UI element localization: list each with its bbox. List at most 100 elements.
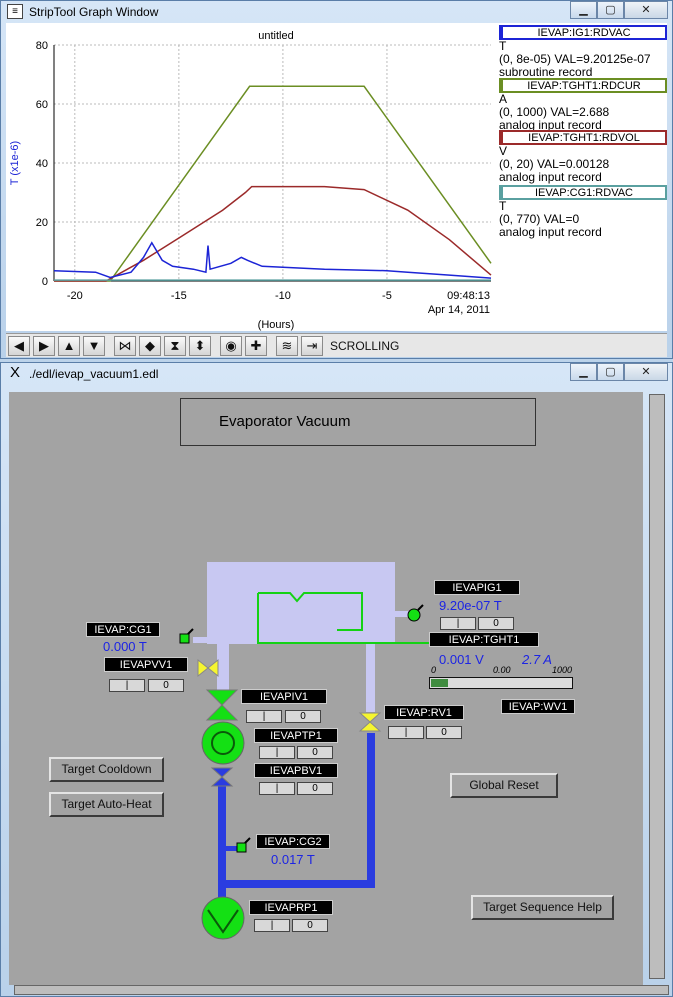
prp1-on-button[interactable]: 0	[292, 919, 328, 932]
pbv1-open-button[interactable]: 0	[297, 782, 333, 795]
horizontal-scrollbar[interactable]	[14, 985, 669, 995]
minimize-button[interactable]: ▁	[570, 1, 597, 19]
legend-range: (0, 1000) VAL=2.688	[499, 106, 610, 119]
reset-icon[interactable]: ◉	[220, 335, 242, 356]
y-tick-label: 20	[36, 217, 48, 229]
piv1-close-button[interactable]: |	[246, 710, 282, 723]
end-icon[interactable]: ⇥	[301, 335, 323, 356]
close-button[interactable]: ✕	[624, 1, 668, 19]
striptool-window: ≡ StripTool Graph Window ▁ ▢ ✕ untitled 0…	[0, 0, 673, 359]
rv1-label: IEVAP:RV1	[384, 705, 464, 720]
y-tick-label: 80	[36, 40, 48, 52]
prp1-label: IEVAPRP1	[249, 900, 333, 915]
cg1-value: 0.000 T	[103, 639, 147, 654]
scroll-icon[interactable]: ≋	[276, 335, 298, 356]
global-reset-button[interactable]: Global Reset	[450, 773, 558, 798]
close-button[interactable]: ✕	[624, 363, 668, 381]
minimize-button[interactable]: ▁	[570, 363, 597, 381]
tght1-current: 2.7 A	[522, 652, 552, 667]
striptool-icon: ≡	[7, 4, 23, 19]
time-label: 09:48:13	[447, 290, 490, 302]
target-sequence-help-button[interactable]: Target Sequence Help	[471, 895, 614, 920]
edm-window-title: ./edl/ievap_vacuum1.edl	[29, 367, 159, 381]
series-line-0	[54, 85, 492, 282]
prp1-off-button[interactable]: |	[254, 919, 290, 932]
x-window-icon: X	[9, 364, 20, 381]
cg2-value: 0.017 T	[271, 852, 315, 867]
legend-pv-name: IEVAP:TGHT1:RDVOL	[499, 130, 667, 145]
y-tick-label: 40	[36, 158, 48, 170]
rv1-open-button[interactable]: 0	[426, 726, 462, 739]
legend-item[interactable]: IEVAP:IG1:RDVAC T (0, 8e-05) VAL=9.20125…	[499, 25, 667, 79]
pig1-label: IEVAPIG1	[434, 580, 520, 595]
zoom-in-x-icon[interactable]: ⋈	[114, 335, 136, 356]
chart-title: untitled	[258, 30, 293, 42]
maximize-button[interactable]: ▢	[597, 1, 624, 19]
pvv1-close-button[interactable]: |	[109, 679, 145, 692]
legend-unit: T	[499, 40, 507, 53]
legend-pv-name: IEVAP:TGHT1:RDCUR	[499, 78, 667, 93]
zoom-out-x-icon[interactable]: ◆	[139, 335, 161, 356]
ptp1-on-button[interactable]: 0	[297, 746, 333, 759]
panel-title: Evaporator Vacuum	[219, 413, 351, 430]
legend-item[interactable]: IEVAP:TGHT1:RDVOL V (0, 20) VAL=0.00128 …	[499, 130, 667, 184]
piv1-open-button[interactable]: 0	[285, 710, 321, 723]
legend-unit: V	[499, 145, 508, 158]
pig1-on-button[interactable]: 0	[478, 617, 514, 630]
vertical-scrollbar[interactable]	[649, 394, 665, 979]
legend-unit: A	[499, 93, 508, 106]
pbv1-label: IEVAPBV1	[254, 763, 338, 778]
legend-pv-name: IEVAP:CG1:RDVAC	[499, 185, 667, 200]
tght1-label: IEVAP:TGHT1	[429, 632, 539, 647]
pvv1-label: IEVAPVV1	[104, 657, 188, 672]
plot-area[interactable]: untitled 0 20 40 60 80 -20 -15 -10 -5 T (x1e-6) (Ho…	[6, 23, 667, 331]
ptp1-label: IEVAPTP1	[254, 728, 338, 743]
add-icon[interactable]: ✚	[245, 335, 267, 356]
date-label: Apr 14, 2011	[428, 304, 490, 316]
x-tick-label: -10	[275, 290, 291, 302]
target-autoheat-button[interactable]: Target Auto-Heat	[49, 792, 164, 817]
zoom-in-y-icon[interactable]: ⧗	[164, 335, 186, 356]
cg1-label: IEVAP:CG1	[86, 622, 160, 637]
pbv1-close-button[interactable]: |	[259, 782, 295, 795]
x-tick-label: -15	[171, 290, 187, 302]
legend-pv-name: IEVAP:IG1:RDVAC	[499, 25, 667, 40]
x-tick-label: -5	[382, 290, 392, 302]
tght1-current-bar-fill	[431, 679, 448, 687]
arrow-down-icon[interactable]: ▼	[83, 335, 105, 356]
legend-type: analog input record	[499, 226, 602, 239]
striptool-toolbar: ◀ ▶ ▲ ▼ ⋈ ◆ ⧗ ⬍ ◉ ✚ ≋ ⇥ SCROLLING	[6, 333, 667, 357]
pig1-value: 9.20e-07 T	[439, 598, 502, 613]
wv1-label: IEVAP:WV1	[501, 699, 575, 714]
pig1-off-button[interactable]: |	[440, 617, 476, 630]
arrow-right-icon[interactable]: ▶	[33, 335, 55, 356]
legend-item[interactable]: IEVAP:CG1:RDVAC T (0, 770) VAL=0 analog …	[499, 185, 667, 239]
edm-titlebar[interactable]: X ./edl/ievap_vacuum1.edl ▁ ▢ ✕	[1, 363, 672, 385]
legend-range: (0, 770) VAL=0	[499, 213, 580, 226]
rv1-close-button[interactable]: |	[388, 726, 424, 739]
maximize-button[interactable]: ▢	[597, 363, 624, 381]
tght1-voltage: 0.001 V	[439, 652, 484, 667]
panel-title-box: Evaporator Vacuum	[180, 398, 536, 446]
strip-chart: untitled 0 20 40 60 80 -20 -15 -10 -5 T (x1e-6) (Ho…	[9, 30, 492, 331]
pvv1-open-button[interactable]: 0	[148, 679, 184, 692]
y-tick-label: 60	[36, 99, 48, 111]
legend-type: analog input record	[499, 171, 602, 184]
arrow-left-icon[interactable]: ◀	[8, 335, 30, 356]
ptp1-off-button[interactable]: |	[259, 746, 295, 759]
tght1-current-bar	[429, 677, 573, 689]
striptool-titlebar[interactable]: ≡ StripTool Graph Window ▁ ▢ ✕	[1, 1, 672, 23]
arrow-up-icon[interactable]: ▲	[58, 335, 80, 356]
tght1-bar-mid: 0.00	[493, 665, 511, 675]
piv1-label: IEVAPIV1	[241, 689, 327, 704]
legend-unit: T	[499, 200, 507, 213]
tght1-bar-min: 0	[431, 665, 437, 675]
y-axis-label: T (x1e-6)	[9, 141, 21, 185]
legend-range: (0, 20) VAL=0.00128	[499, 158, 610, 171]
zoom-out-y-icon[interactable]: ⬍	[189, 335, 211, 356]
x-axis-label: (Hours)	[258, 319, 295, 331]
legend-item[interactable]: IEVAP:TGHT1:RDCUR A (0, 1000) VAL=2.688 …	[499, 78, 667, 132]
cg2-label: IEVAP:CG2	[256, 834, 330, 849]
target-cooldown-button[interactable]: Target Cooldown	[49, 757, 164, 782]
tght1-bar-max: 1000	[552, 665, 573, 675]
